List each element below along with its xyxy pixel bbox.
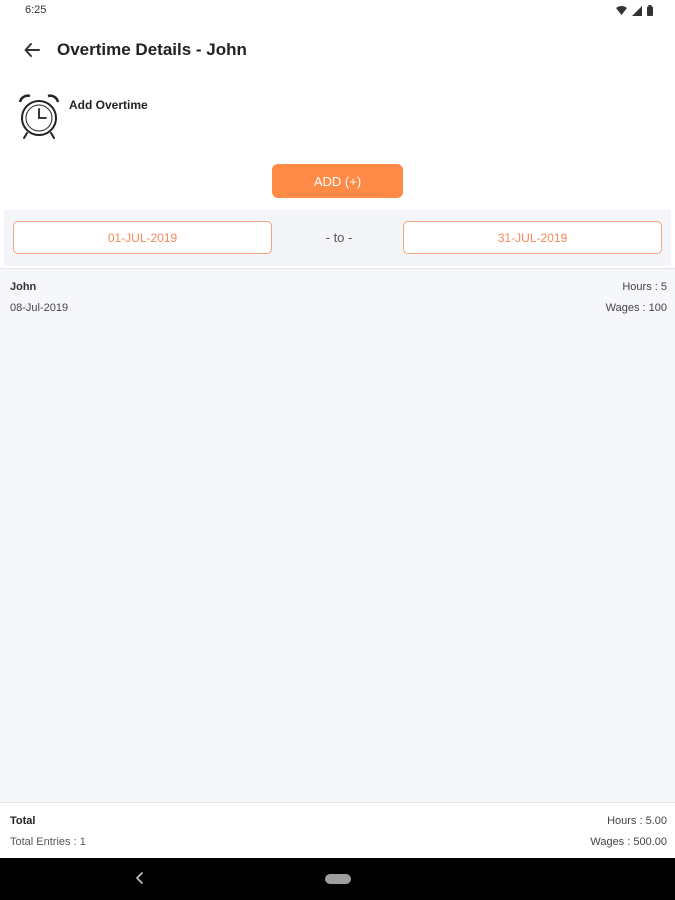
- date-range-separator: - to -: [325, 230, 353, 245]
- add-overtime-label: Add Overtime: [69, 98, 148, 112]
- to-date-picker[interactable]: 31-JUL-2019: [403, 221, 662, 254]
- total-label: Total: [10, 815, 36, 827]
- status-bar: 6:25: [0, 0, 675, 24]
- status-icons: [616, 5, 653, 16]
- battery-icon: [647, 5, 653, 16]
- nav-home-button[interactable]: [325, 874, 351, 884]
- from-date-picker[interactable]: 01-JUL-2019: [13, 221, 272, 254]
- page-title: Overtime Details - John: [57, 40, 247, 59]
- add-overtime-button[interactable]: ADD (+): [272, 164, 403, 198]
- entry-name: John: [10, 281, 37, 293]
- overtime-list: John 08-Jul-2019 Hours : 5 Wages : 100: [0, 268, 675, 802]
- signal-icon: [632, 5, 642, 16]
- add-overtime-section: Add Overtime: [16, 92, 216, 142]
- entry-hours: Hours : 5: [622, 281, 667, 293]
- arrow-left-icon: [24, 43, 40, 57]
- totals-footer: Total Total Entries : 1 Hours : 5.00 Wag…: [0, 802, 675, 858]
- entry-date: 08-Jul-2019: [10, 302, 69, 314]
- app-bar: Overtime Details - John: [0, 24, 675, 76]
- total-entries: Total Entries : 1: [10, 836, 86, 848]
- total-hours: Hours : 5.00: [607, 815, 667, 827]
- back-button[interactable]: [20, 38, 44, 62]
- system-nav-bar: [0, 858, 675, 900]
- entry-wages: Wages : 100: [605, 302, 667, 314]
- wifi-icon: [616, 5, 627, 15]
- date-range-bar: 01-JUL-2019 - to - 31-JUL-2019: [4, 210, 671, 266]
- alarm-clock-icon: [18, 94, 60, 139]
- total-wages: Wages : 500.00: [590, 836, 667, 848]
- status-time: 6:25: [25, 4, 47, 16]
- nav-back-icon[interactable]: [130, 868, 150, 888]
- list-item[interactable]: John 08-Jul-2019 Hours : 5 Wages : 100: [0, 275, 675, 319]
